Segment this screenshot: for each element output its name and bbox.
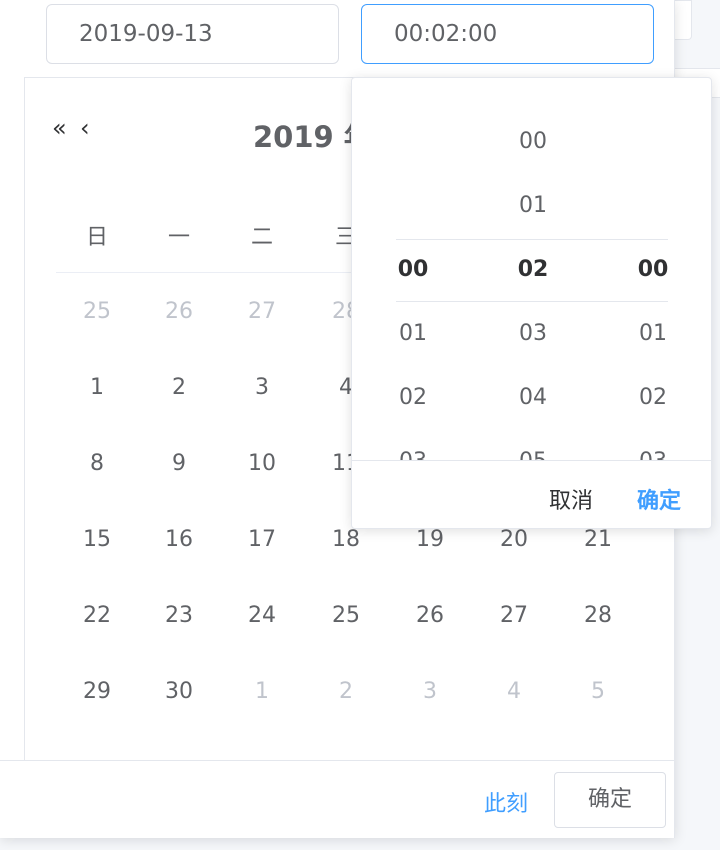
- day-cell[interactable]: 8: [67, 444, 127, 484]
- day-cell[interactable]: 2: [316, 672, 376, 712]
- day-cell[interactable]: 10: [232, 444, 292, 484]
- day-cell[interactable]: 15: [67, 520, 127, 560]
- day-cell[interactable]: 26: [400, 596, 460, 636]
- hours-option[interactable]: 00: [383, 254, 443, 286]
- now-button[interactable]: 此刻: [484, 786, 528, 818]
- seconds-option[interactable]: 03: [623, 446, 683, 460]
- chevron-left-icon[interactable]: ‹: [80, 114, 90, 142]
- weekday-label: 一: [167, 225, 190, 250]
- day-cell[interactable]: 29: [67, 672, 127, 712]
- day-cell[interactable]: 1: [67, 368, 127, 408]
- confirm-button[interactable]: 确定: [637, 483, 681, 515]
- day-cell[interactable]: 4: [484, 672, 544, 712]
- time-input[interactable]: 00:02:00: [361, 4, 654, 64]
- day-cell[interactable]: 23: [149, 596, 209, 636]
- day-cell[interactable]: 5: [568, 672, 628, 712]
- day-cell[interactable]: 27: [484, 596, 544, 636]
- selection-top-divider: [396, 239, 668, 240]
- day-cell[interactable]: 28: [568, 596, 628, 636]
- day-cell[interactable]: 9: [149, 444, 209, 484]
- day-cell[interactable]: 30: [149, 672, 209, 712]
- day-cell[interactable]: 24: [232, 596, 292, 636]
- hours-option[interactable]: 02: [383, 382, 443, 414]
- seconds-option[interactable]: 02: [623, 382, 683, 414]
- time-picker-panel: 00 01 02 03 00 01 02 03 04 05 00 01 02 03 取消 确定: [351, 77, 712, 529]
- minutes-option[interactable]: 04: [503, 382, 563, 414]
- weekday-label: 二: [250, 225, 273, 250]
- day-cell[interactable]: 17: [232, 520, 292, 560]
- minutes-option[interactable]: 03: [503, 318, 563, 350]
- time-footer-divider: [352, 460, 711, 461]
- cancel-button[interactable]: 取消: [549, 483, 593, 515]
- day-cell[interactable]: 3: [400, 672, 460, 712]
- day-cell[interactable]: 26: [149, 292, 209, 332]
- minutes-option[interactable]: 02: [503, 254, 563, 286]
- day-cell[interactable]: 25: [67, 292, 127, 332]
- hours-option[interactable]: 03: [383, 446, 443, 460]
- hours-option[interactable]: 01: [383, 318, 443, 350]
- time-spinner[interactable]: 00 01 02 03 00 01 02 03 04 05 00 01 02 03: [352, 78, 711, 460]
- seconds-option[interactable]: 00: [623, 254, 683, 286]
- date-input[interactable]: 2019-09-13: [46, 4, 339, 64]
- footer-divider: [0, 760, 674, 761]
- day-cell[interactable]: 2: [149, 368, 209, 408]
- ok-button[interactable]: 确定: [554, 772, 666, 828]
- minutes-option[interactable]: 00: [503, 126, 563, 158]
- double-chevron-left-icon[interactable]: «: [52, 114, 67, 142]
- minutes-option[interactable]: 01: [503, 190, 563, 222]
- minutes-option[interactable]: 05: [503, 446, 563, 460]
- day-cell[interactable]: 3: [232, 368, 292, 408]
- background-element: [675, 0, 692, 40]
- day-cell[interactable]: 16: [149, 520, 209, 560]
- day-cell[interactable]: 25: [316, 596, 376, 636]
- weekday-label: 日: [85, 225, 108, 250]
- day-cell[interactable]: 1: [232, 672, 292, 712]
- seconds-option[interactable]: 01: [623, 318, 683, 350]
- day-cell[interactable]: 22: [67, 596, 127, 636]
- day-cell[interactable]: 27: [232, 292, 292, 332]
- selection-bottom-divider: [396, 301, 668, 302]
- sidebar-divider: [24, 78, 25, 760]
